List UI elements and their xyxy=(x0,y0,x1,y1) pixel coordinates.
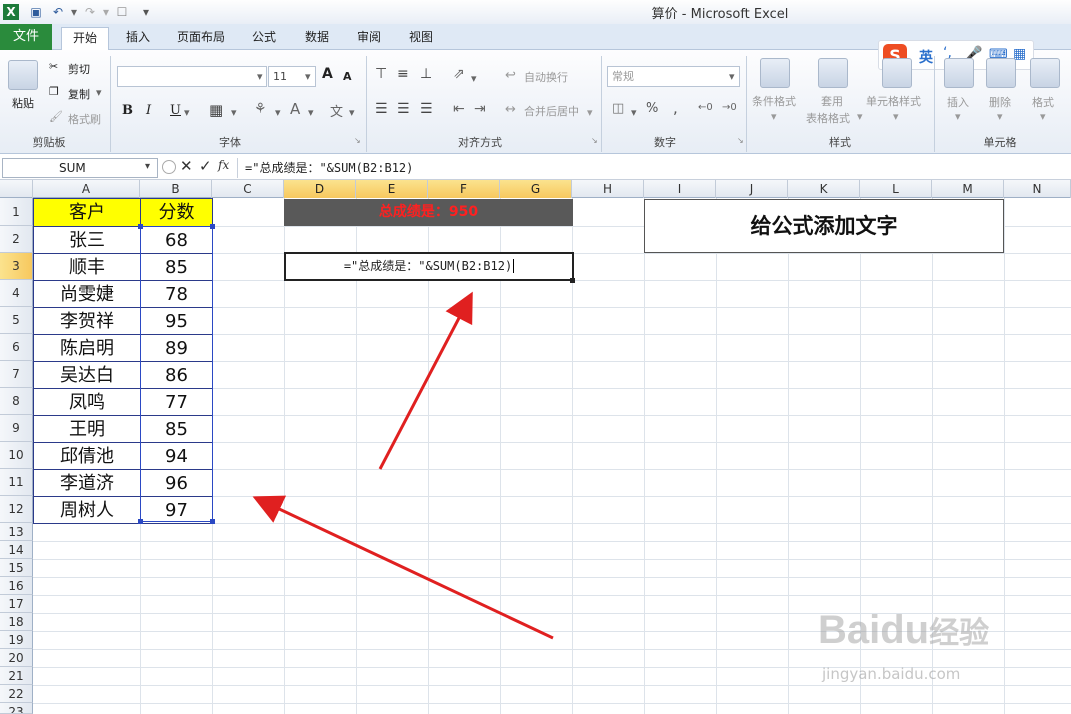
arrow-to-formula-cell xyxy=(378,291,473,470)
annotation-arrows xyxy=(252,291,554,640)
excel-window: X ▣ ↶ ▾ ↷ ▾ ☐ ▾ 算价 - Microsoft Excel 文件 … xyxy=(0,0,1071,714)
watermark-brand-text: Baidu xyxy=(818,608,930,652)
watermark-url: jingyan.baidu.com xyxy=(822,665,961,683)
arrow-to-score-range xyxy=(252,495,554,640)
watermark-brand: Baidu经验 xyxy=(818,608,989,653)
watermark-suffix: 经验 xyxy=(929,617,990,650)
